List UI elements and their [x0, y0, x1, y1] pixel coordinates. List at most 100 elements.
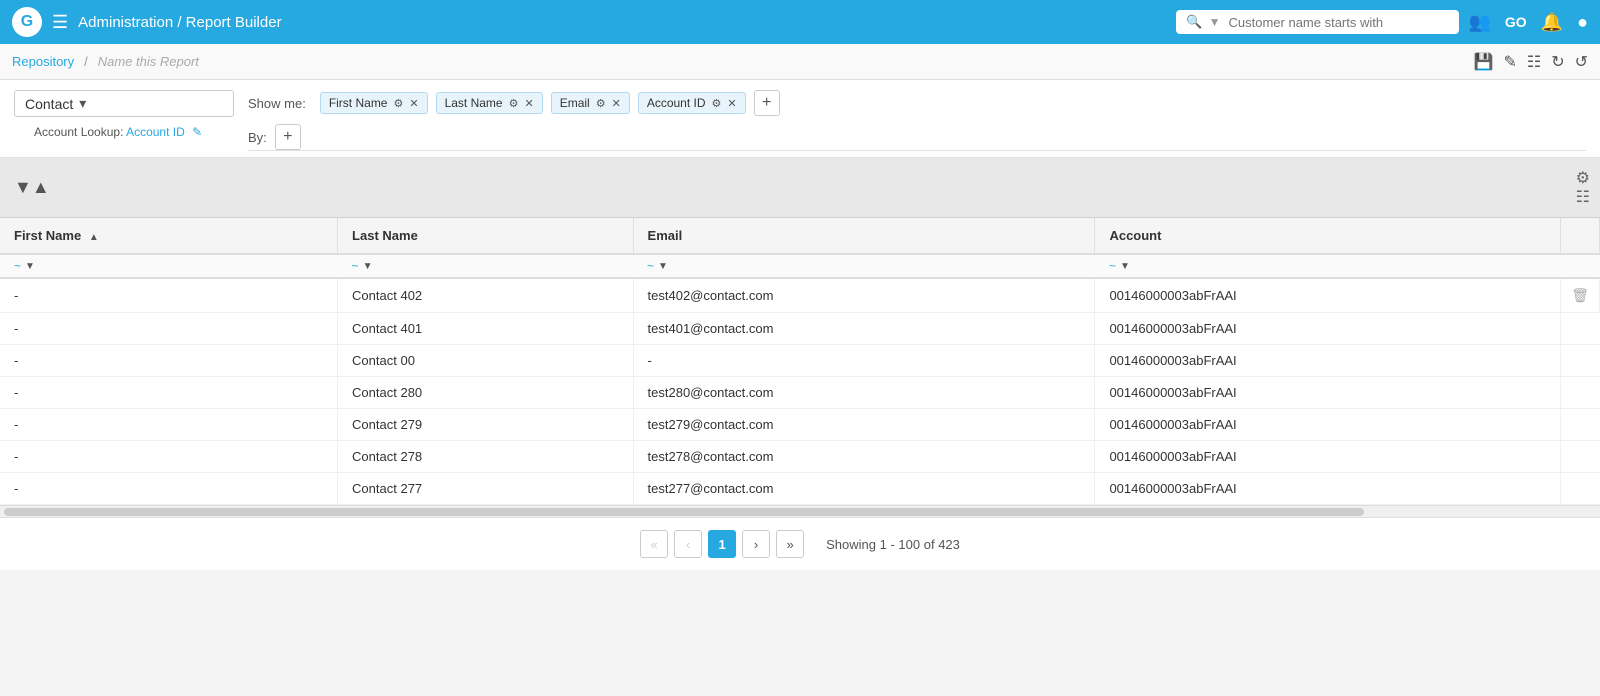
cell-email: test277@contact.com — [633, 473, 1095, 505]
report-name[interactable]: Name this Report — [98, 54, 199, 69]
cell-last-name: Contact 402 — [338, 278, 633, 313]
field-tag-email: Email ⚙ ✕ — [551, 92, 630, 114]
bell-icon[interactable]: 🔔 — [1541, 12, 1563, 33]
cell-email: - — [633, 345, 1095, 377]
contact-label: Contact — [25, 96, 73, 112]
last-name-label: Last Name — [445, 96, 503, 110]
cell-email: test278@contact.com — [633, 441, 1095, 473]
repository-link[interactable]: Repository — [12, 54, 74, 69]
col-header-last-name[interactable]: Last Name — [338, 218, 633, 254]
email-label: Email — [560, 96, 590, 110]
prev-page-button[interactable]: ‹ — [674, 530, 702, 558]
cell-account-id: 00146000003abFrAAI — [1095, 313, 1561, 345]
breadcrumb-title: Administration / Report Builder — [78, 14, 1166, 31]
col-header-account-id[interactable]: Account — [1095, 218, 1561, 254]
account-id-gear-icon[interactable]: ⚙ — [712, 97, 722, 110]
add-by-button[interactable]: + — [275, 124, 301, 150]
horizontal-scrollbar[interactable] — [0, 505, 1600, 517]
report-builder-area: Contact ▾ Account Lookup: Account ID ✎ S… — [0, 80, 1600, 570]
table-row: - Contact 00 - 00146000003abFrAAI 🗑 — [0, 345, 1600, 377]
first-name-close-icon[interactable]: ✕ — [409, 97, 418, 110]
cell-first-name: - — [0, 409, 338, 441]
table-row: - Contact 279 test279@contact.com 001460… — [0, 409, 1600, 441]
cell-email: test279@contact.com — [633, 409, 1095, 441]
filter-settings-icon[interactable]: ⚙ — [1576, 168, 1590, 188]
data-table-wrapper: First Name ▲ Last Name Email Account ~ ▼ — [0, 218, 1600, 505]
search-bar[interactable]: 🔍 ▼ — [1176, 10, 1458, 34]
cell-account-id: 00146000003abFrAAI — [1095, 409, 1561, 441]
cell-first-name: - — [0, 278, 338, 313]
current-page-button[interactable]: 1 — [708, 530, 736, 558]
filter-row: ~ ▼ ~ ▼ ~ ▼ — [0, 254, 1600, 278]
page-info: Showing 1 - 100 of 423 — [826, 537, 960, 552]
next-page-button[interactable]: › — [742, 530, 770, 558]
cell-first-name: - — [0, 313, 338, 345]
filter-tilde-last-name[interactable]: ~ — [352, 259, 359, 273]
pagination-bar: « ‹ 1 › » Showing 1 - 100 of 423 — [0, 517, 1600, 570]
contact-selector[interactable]: Contact ▾ — [14, 90, 234, 117]
field-tag-last-name: Last Name ⚙ ✕ — [436, 92, 543, 114]
go-nav-label[interactable]: GO — [1505, 14, 1527, 30]
cell-last-name: Contact 277 — [338, 473, 633, 505]
filter-tilde-account-id[interactable]: ~ — [1109, 259, 1116, 273]
search-icon: 🔍 — [1186, 14, 1202, 30]
filter-tilde-first-name[interactable]: ~ — [14, 259, 21, 273]
row-delete-button[interactable]: 🗑 — [1561, 278, 1600, 313]
field-tag-first-name: First Name ⚙ ✕ — [320, 92, 428, 114]
edit-report-icon[interactable]: ✎ — [1503, 52, 1516, 72]
filter-down-email[interactable]: ▼ — [658, 261, 668, 272]
filter-down-account-id[interactable]: ▼ — [1120, 261, 1130, 272]
search-input[interactable] — [1229, 15, 1449, 30]
col-header-first-name[interactable]: First Name ▲ — [0, 218, 338, 254]
hamburger-icon[interactable]: ☰ — [52, 12, 68, 33]
filter-down-last-name[interactable]: ▼ — [363, 261, 373, 272]
account-id-close-icon[interactable]: ✕ — [727, 97, 736, 110]
table-header-row: First Name ▲ Last Name Email Account — [0, 218, 1600, 254]
last-page-button[interactable]: » — [776, 530, 804, 558]
by-bar: By: + — [248, 116, 1586, 151]
filter-icon[interactable]: ▼▲ — [14, 177, 50, 198]
table-row: - Contact 280 test280@contact.com 001460… — [0, 377, 1600, 409]
last-name-gear-icon[interactable]: ⚙ — [509, 97, 519, 110]
subheader: Repository / Name this Report 💾 ✎ ☷ ↻ ↺ — [0, 44, 1600, 80]
filter-tilde-email[interactable]: ~ — [647, 259, 654, 273]
col-header-actions — [1561, 218, 1600, 254]
data-table: First Name ▲ Last Name Email Account ~ ▼ — [0, 218, 1600, 505]
refresh-icon[interactable]: ↻ — [1551, 52, 1564, 72]
reload-icon[interactable]: ↺ — [1575, 52, 1588, 72]
chevron-down-icon: ▾ — [79, 95, 86, 112]
first-name-gear-icon[interactable]: ⚙ — [393, 97, 403, 110]
chart-icon[interactable]: ☷ — [1527, 52, 1541, 72]
user-icon[interactable]: ● — [1577, 12, 1588, 33]
last-name-close-icon[interactable]: ✕ — [524, 97, 533, 110]
nav-icons: 👥 GO 🔔 ● — [1469, 12, 1589, 33]
total-count: 423 — [938, 537, 960, 552]
cell-email: test402@contact.com — [633, 278, 1095, 313]
account-lookup-value[interactable]: Account ID — [126, 125, 185, 139]
cell-email: test280@contact.com — [633, 377, 1095, 409]
filter-area: ▼▲ ⚙ ☷ — [0, 158, 1600, 218]
cell-account-id: 00146000003abFrAAI — [1095, 473, 1561, 505]
filter-cell-account-id: ~ ▼ — [1095, 254, 1561, 278]
email-close-icon[interactable]: ✕ — [612, 97, 621, 110]
add-field-button[interactable]: + — [754, 90, 780, 116]
filter-down-first-name[interactable]: ▼ — [25, 261, 35, 272]
account-id-label: Account ID — [647, 96, 706, 110]
range-end: 100 — [898, 537, 920, 552]
account-lookup-edit-icon[interactable]: ✎ — [192, 125, 202, 139]
save-table-icon[interactable]: 💾 — [1474, 52, 1494, 72]
table-row: - Contact 402 test402@contact.com 001460… — [0, 278, 1600, 313]
search-dropdown[interactable]: ▼ — [1209, 15, 1221, 29]
scrollbar-thumb — [4, 508, 1364, 516]
app-logo: G — [12, 7, 42, 37]
account-lookup-label: Account Lookup: — [34, 125, 123, 139]
cell-last-name: Contact 280 — [338, 377, 633, 409]
email-gear-icon[interactable]: ⚙ — [596, 97, 606, 110]
filter-cell-last-name: ~ ▼ — [338, 254, 633, 278]
col-header-email[interactable]: Email — [633, 218, 1095, 254]
first-page-button[interactable]: « — [640, 530, 668, 558]
cell-last-name: Contact 401 — [338, 313, 633, 345]
filter-table-icon[interactable]: ☷ — [1576, 187, 1590, 207]
users-nav-icon[interactable]: 👥 — [1469, 12, 1491, 33]
cell-first-name: - — [0, 441, 338, 473]
